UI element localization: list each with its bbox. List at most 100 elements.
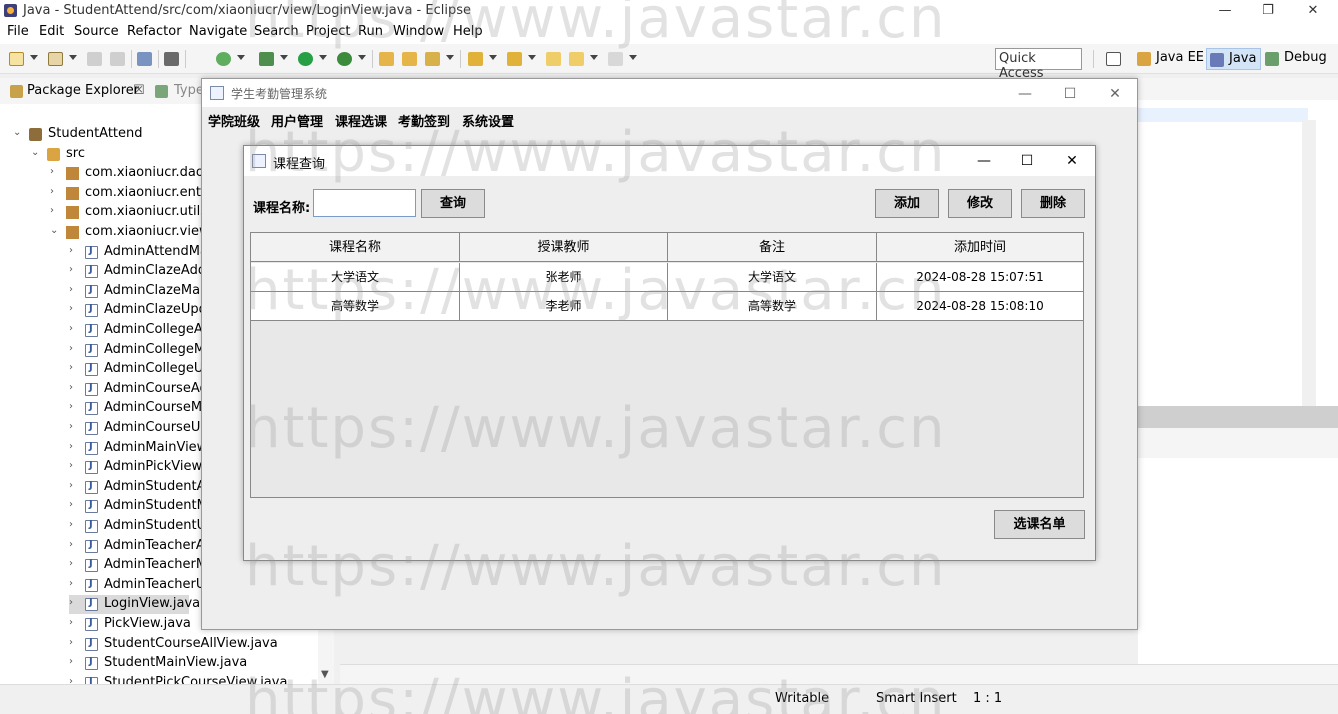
scroll-down-icon[interactable]: ▼: [321, 669, 329, 680]
previous-annotation-dropdown-icon[interactable]: [528, 55, 536, 60]
search-button[interactable]: 查询: [421, 189, 485, 218]
forward-dropdown-icon[interactable]: [629, 55, 637, 60]
column-header-course-name[interactable]: 课程名称: [251, 233, 460, 262]
table-row[interactable]: 高等数学 李老师 高等数学 2024-08-28 15:08:10: [251, 292, 1084, 321]
collapsed-twistie-icon[interactable]: ›: [69, 637, 79, 648]
perspective-java-ee[interactable]: Java EE: [1134, 48, 1208, 70]
column-header-teacher[interactable]: 授课教师: [460, 233, 668, 262]
new-icon[interactable]: [9, 52, 24, 66]
perspective-debug[interactable]: Debug: [1262, 48, 1331, 70]
horizontal-scrollbar[interactable]: [340, 664, 1338, 684]
collapsed-twistie-icon[interactable]: ›: [69, 304, 79, 314]
collapsed-twistie-icon[interactable]: ›: [50, 186, 60, 197]
menu-window[interactable]: Window: [393, 24, 444, 39]
menu-course-selection[interactable]: 课程选课: [335, 111, 387, 130]
refresh-icon[interactable]: [216, 52, 231, 66]
cell-course-name[interactable]: 高等数学: [251, 292, 460, 321]
back-dropdown-icon[interactable]: [590, 55, 598, 60]
menu-system-settings[interactable]: 系统设置: [462, 111, 514, 130]
run-dropdown-icon[interactable]: [319, 55, 327, 60]
save-all-icon[interactable]: [110, 52, 125, 66]
collapsed-twistie-icon[interactable]: ›: [69, 461, 79, 471]
app-minimize-button[interactable]: —: [1010, 84, 1040, 104]
tree-item[interactable]: › LoginView.java: [69, 595, 200, 615]
cell-added-time[interactable]: 2024-08-28 15:07:51: [877, 263, 1084, 292]
collapsed-twistie-icon[interactable]: ›: [69, 480, 79, 491]
menu-navigate[interactable]: Navigate: [189, 24, 247, 39]
course-name-input[interactable]: [313, 189, 416, 217]
external-tools-icon[interactable]: [337, 52, 352, 66]
refresh-dropdown-icon[interactable]: [237, 55, 245, 60]
dialog-close-button[interactable]: ✕: [1057, 151, 1087, 171]
delete-button[interactable]: 删除: [1021, 189, 1085, 218]
collapsed-twistie-icon[interactable]: ›: [69, 657, 79, 667]
collapsed-twistie-icon[interactable]: ›: [69, 676, 79, 684]
collapsed-twistie-icon[interactable]: ›: [69, 520, 79, 530]
console-icon[interactable]: [137, 52, 152, 66]
collapsed-twistie-icon[interactable]: ›: [69, 324, 79, 334]
cell-teacher[interactable]: 李老师: [460, 292, 668, 321]
dialog-maximize-button[interactable]: ☐: [1012, 151, 1042, 171]
edit-button[interactable]: 修改: [948, 189, 1012, 218]
menu-edit[interactable]: Edit: [39, 24, 64, 39]
column-header-remark[interactable]: 备注: [668, 233, 877, 262]
quick-access-field[interactable]: Quick Access: [995, 48, 1082, 81]
table-row[interactable]: 大学语文 张老师 大学语文 2024-08-28 15:07:51: [251, 263, 1084, 292]
collapsed-twistie-icon[interactable]: ›: [69, 441, 79, 452]
collapsed-twistie-icon[interactable]: ›: [69, 402, 79, 412]
new-project-icon[interactable]: [48, 52, 63, 66]
collapsed-twistie-icon[interactable]: ›: [69, 343, 79, 354]
debug-icon[interactable]: [259, 52, 274, 66]
collapsed-twistie-icon[interactable]: ›: [69, 382, 79, 393]
new-dropdown-icon[interactable]: [30, 55, 38, 60]
expanded-twistie-icon[interactable]: ⌄: [50, 226, 60, 236]
menu-search[interactable]: Search: [254, 24, 299, 39]
menu-project[interactable]: Project: [306, 24, 350, 39]
perspective-java[interactable]: Java: [1206, 48, 1262, 70]
previous-annotation-icon[interactable]: [507, 52, 522, 66]
run-icon[interactable]: [298, 52, 313, 66]
course-roster-button[interactable]: 选课名单: [994, 510, 1085, 539]
add-button[interactable]: 添加: [875, 189, 939, 218]
collapsed-twistie-icon[interactable]: ›: [69, 284, 79, 295]
tree-item[interactable]: › StudentCourseAllView.java: [69, 635, 318, 654]
cell-remark[interactable]: 高等数学: [668, 292, 877, 321]
collapsed-twistie-icon[interactable]: ›: [50, 167, 60, 177]
expanded-twistie-icon[interactable]: ⌄: [31, 147, 41, 158]
collapsed-twistie-icon[interactable]: ›: [50, 206, 60, 216]
app-close-button[interactable]: ✕: [1100, 84, 1130, 104]
collapsed-twistie-icon[interactable]: ›: [69, 265, 79, 275]
tab-type-hierarchy[interactable]: Type: [174, 83, 204, 98]
next-annotation-icon[interactable]: [468, 52, 483, 66]
open-perspective-icon[interactable]: [1106, 52, 1121, 66]
last-edit-icon[interactable]: [546, 52, 561, 66]
tree-item[interactable]: › StudentPickCourseView.java: [69, 674, 318, 684]
app-maximize-button[interactable]: ☐: [1055, 84, 1085, 104]
back-icon[interactable]: [569, 52, 584, 66]
forward-icon[interactable]: [608, 52, 623, 66]
column-header-added-time[interactable]: 添加时间: [877, 233, 1084, 262]
collapsed-twistie-icon[interactable]: ›: [69, 363, 79, 373]
minimize-button[interactable]: —: [1210, 2, 1240, 20]
open-type-icon[interactable]: [379, 52, 394, 66]
collapsed-twistie-icon[interactable]: ›: [69, 422, 79, 432]
menu-help[interactable]: Help: [453, 24, 483, 39]
restore-button[interactable]: ❐: [1253, 2, 1283, 20]
menu-run[interactable]: Run: [358, 24, 383, 39]
menu-user-management[interactable]: 用户管理: [271, 111, 323, 130]
cell-teacher[interactable]: 张老师: [460, 263, 668, 292]
menu-refactor[interactable]: Refactor: [127, 24, 182, 39]
next-annotation-dropdown-icon[interactable]: [489, 55, 497, 60]
save-icon[interactable]: [87, 52, 102, 66]
collapsed-twistie-icon[interactable]: ›: [69, 559, 79, 569]
collapsed-twistie-icon[interactable]: ›: [69, 539, 79, 550]
cell-course-name[interactable]: 大学语文: [251, 263, 460, 292]
menu-college-class[interactable]: 学院班级: [208, 111, 260, 130]
collapsed-twistie-icon[interactable]: ›: [69, 618, 79, 628]
search-dropdown-icon[interactable]: [446, 55, 454, 60]
expanded-twistie-icon[interactable]: ⌄: [13, 128, 23, 138]
collapsed-twistie-icon[interactable]: ›: [69, 500, 79, 510]
new-project-dropdown-icon[interactable]: [69, 55, 77, 60]
outline-scrollbar[interactable]: [1302, 120, 1316, 420]
tree-item[interactable]: › StudentMainView.java: [69, 654, 318, 673]
